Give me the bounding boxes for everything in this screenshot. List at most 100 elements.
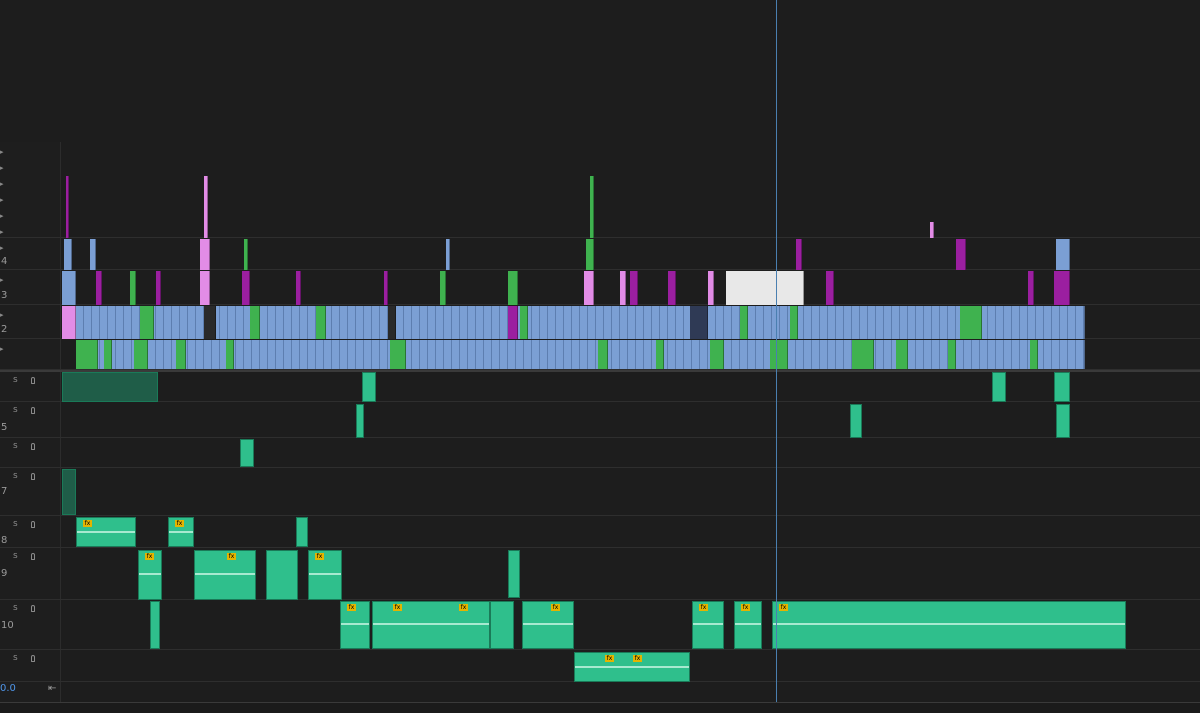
expand-arrow-icon[interactable]: ▸ xyxy=(0,345,4,353)
expand-arrow-icon[interactable]: ▸ xyxy=(0,244,4,252)
video-clip[interactable] xyxy=(96,271,102,305)
video-clip[interactable] xyxy=(598,340,608,369)
playhead[interactable] xyxy=(776,0,777,713)
video-clip[interactable] xyxy=(64,239,72,270)
expand-arrow-icon[interactable]: ▸ xyxy=(0,196,4,204)
video-clip[interactable] xyxy=(620,271,626,305)
audio-clip[interactable] xyxy=(1054,372,1070,402)
audio-clip[interactable]: fx xyxy=(76,517,136,547)
fx-badge[interactable]: fx xyxy=(551,604,560,611)
fx-badge[interactable]: fx xyxy=(175,520,184,527)
mic-icon[interactable] xyxy=(31,553,35,560)
audio-clip[interactable] xyxy=(150,601,160,649)
audio-clip[interactable]: fx xyxy=(308,550,342,600)
volume-line[interactable] xyxy=(309,572,341,575)
mic-icon[interactable] xyxy=(31,443,35,450)
video-clip[interactable] xyxy=(586,239,594,270)
audio-track-6[interactable] xyxy=(0,438,1200,468)
video-clip[interactable] xyxy=(244,239,248,270)
volume-line[interactable] xyxy=(195,572,255,575)
volume-line[interactable] xyxy=(373,622,489,625)
expand-arrow-icon[interactable]: ▸ xyxy=(0,311,4,319)
volume-line[interactable] xyxy=(773,622,1125,625)
solo-toggle[interactable]: s xyxy=(13,653,18,663)
video-clip-strip[interactable] xyxy=(76,306,1085,339)
video-clip[interactable] xyxy=(446,239,450,270)
video-clip[interactable] xyxy=(790,306,798,339)
mic-icon[interactable] xyxy=(31,473,35,480)
audio-clip[interactable]: fx xyxy=(138,550,162,600)
video-clip[interactable] xyxy=(296,271,301,305)
audio-clip[interactable]: fx xyxy=(734,601,762,649)
volume-line[interactable] xyxy=(523,622,573,625)
volume-line[interactable] xyxy=(575,665,689,668)
expand-arrow-icon[interactable]: ▸ xyxy=(0,228,4,236)
audio-clip[interactable]: fx xyxy=(340,601,370,649)
snap-icon[interactable]: ⇤ xyxy=(48,683,56,694)
video-clip[interactable] xyxy=(708,271,714,305)
audio-clip[interactable] xyxy=(490,601,514,649)
video-clip[interactable] xyxy=(948,340,956,369)
video-clip[interactable] xyxy=(584,271,594,305)
audio-clip[interactable]: fx xyxy=(194,550,256,600)
video-clip[interactable] xyxy=(1028,271,1034,305)
video-clip[interactable] xyxy=(176,340,186,369)
video-clip[interactable] xyxy=(226,340,234,369)
audio-track-7[interactable]: 7 xyxy=(0,468,1200,516)
video-clip[interactable] xyxy=(508,271,518,305)
fx-badge[interactable]: fx xyxy=(347,604,356,611)
video-clip[interactable] xyxy=(140,306,154,339)
audio-track-9[interactable]: 9 xyxy=(0,548,1200,600)
mic-icon[interactable] xyxy=(31,521,35,528)
video-clip[interactable] xyxy=(200,271,210,305)
fx-badge[interactable]: fx xyxy=(227,553,236,560)
video-clip[interactable] xyxy=(690,306,708,339)
video-clip[interactable] xyxy=(134,340,148,369)
video-clip[interactable] xyxy=(90,239,96,270)
expand-arrow-icon[interactable]: ▸ xyxy=(0,148,4,156)
fx-badge[interactable]: fx xyxy=(145,553,154,560)
video-clip[interactable] xyxy=(668,271,676,305)
video-clip[interactable] xyxy=(104,340,112,369)
audio-clip[interactable] xyxy=(62,469,76,515)
volume-line[interactable] xyxy=(139,572,161,575)
zoom-scrollbar[interactable] xyxy=(0,702,1200,713)
audio-clip[interactable] xyxy=(296,517,308,547)
audio-clip[interactable]: fx xyxy=(772,601,1126,649)
fx-badge[interactable]: fx xyxy=(315,553,324,560)
video-clip[interactable] xyxy=(1054,271,1070,305)
video-track-3[interactable]: 3 xyxy=(0,270,1200,305)
volume-line[interactable] xyxy=(341,622,369,625)
audio-clip[interactable]: fx fx xyxy=(574,652,690,682)
video-clip[interactable] xyxy=(384,271,388,305)
video-clip[interactable] xyxy=(66,176,69,238)
fx-badge[interactable]: fx xyxy=(459,604,468,611)
video-clip[interactable] xyxy=(656,340,664,369)
mic-icon[interactable] xyxy=(31,655,35,662)
video-clip[interactable] xyxy=(960,306,982,339)
video-clip[interactable] xyxy=(930,222,934,238)
video-clip[interactable] xyxy=(852,340,874,369)
audio-clip[interactable]: fx xyxy=(692,601,724,649)
volume-line[interactable] xyxy=(693,622,723,625)
video-clip[interactable] xyxy=(826,271,834,305)
video-clip[interactable] xyxy=(740,306,748,339)
video-clip[interactable] xyxy=(508,306,518,339)
solo-toggle[interactable]: s xyxy=(13,441,18,451)
video-clip[interactable] xyxy=(62,306,76,339)
mic-icon[interactable] xyxy=(31,377,35,384)
audio-clip[interactable] xyxy=(362,372,376,402)
fx-badge[interactable]: fx xyxy=(699,604,708,611)
video-clip[interactable] xyxy=(200,239,210,270)
fx-badge[interactable]: fx xyxy=(633,655,642,662)
fx-badge[interactable]: fx xyxy=(83,520,92,527)
expand-arrow-icon[interactable]: ▸ xyxy=(0,276,4,284)
fx-badge[interactable]: fx xyxy=(605,655,614,662)
solo-toggle[interactable]: s xyxy=(13,603,18,613)
video-clip[interactable] xyxy=(520,306,528,339)
expand-arrow-icon[interactable]: ▸ xyxy=(0,164,4,172)
video-clip[interactable] xyxy=(130,271,136,305)
audio-clip[interactable] xyxy=(1056,404,1070,438)
video-clip[interactable] xyxy=(630,271,638,305)
mic-icon[interactable] xyxy=(31,605,35,612)
